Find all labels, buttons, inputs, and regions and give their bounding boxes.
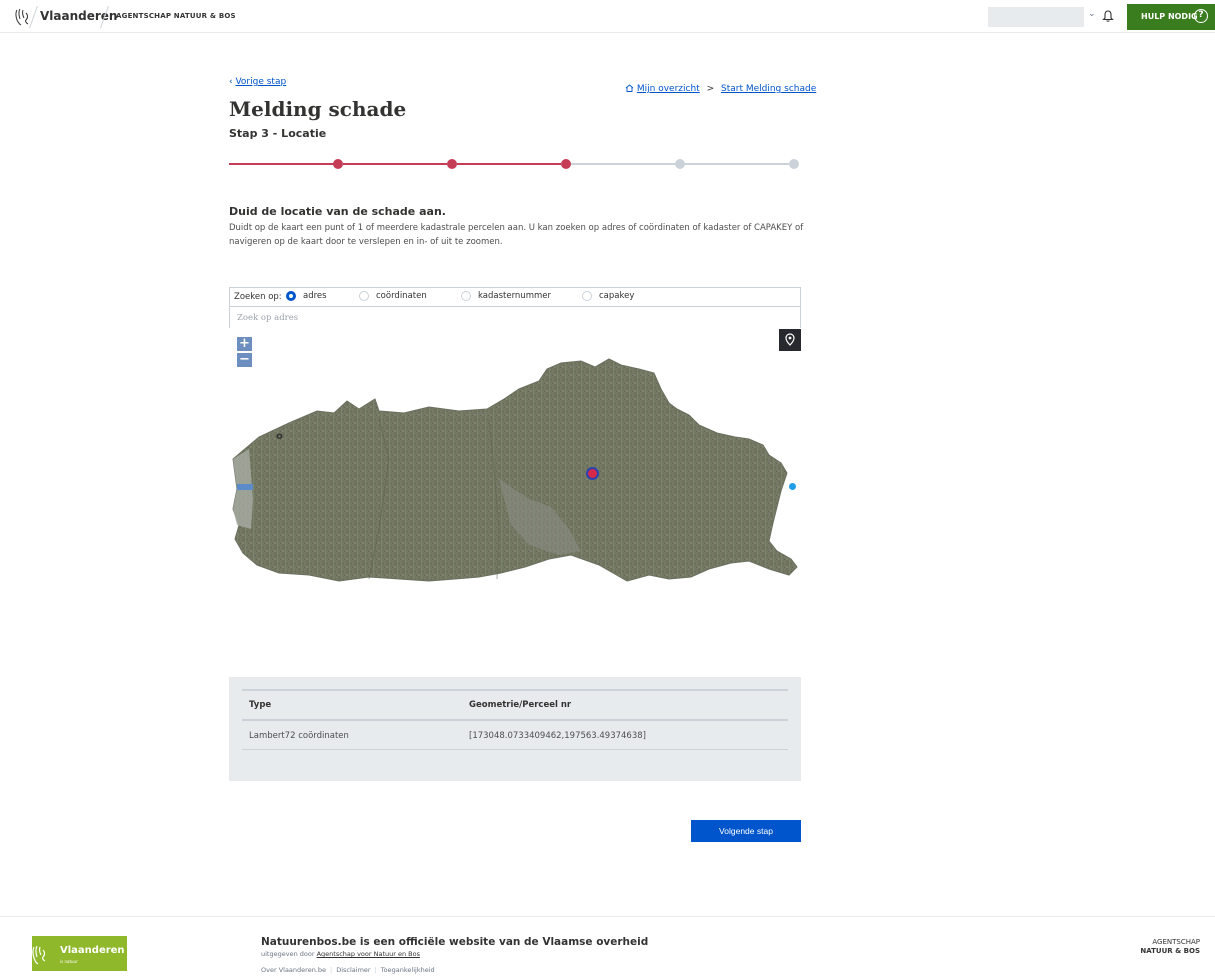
- footer-link-about[interactable]: Over Vlaanderen.be: [261, 966, 326, 974]
- footer-publisher: uitgegeven door Agentschap voor Natuur e…: [261, 950, 420, 958]
- progress-step-2[interactable]: [447, 159, 457, 169]
- zoom-out-button[interactable]: −: [237, 353, 252, 367]
- table-cell-type: Lambert72 coördinaten: [249, 731, 349, 741]
- breadcrumb: Mijn overzicht > Start Melding schade: [625, 84, 816, 94]
- radio-label: coördinaten: [376, 291, 427, 301]
- table-cell-geometry: [173048.0733409462,197563.49374638]: [469, 731, 646, 741]
- breadcrumb-item-start[interactable]: Start Melding schade: [721, 84, 816, 94]
- page-title: Melding schade: [229, 97, 407, 121]
- footer-link-separator: |: [374, 966, 377, 974]
- table-divider: [242, 749, 788, 750]
- footer-agency-line1: AGENTSCHAP: [1152, 938, 1200, 946]
- radio-adres[interactable]: adres: [286, 291, 327, 301]
- progress-step-5: [789, 159, 799, 169]
- help-label: HULP NODIG: [1141, 12, 1198, 21]
- table-divider: [242, 689, 788, 691]
- agency-name-link[interactable]: AGENTSCHAP NATUUR & BOS: [116, 12, 236, 20]
- brand-separator: [28, 6, 39, 28]
- back-link[interactable]: ‹ Vorige stap: [229, 77, 286, 87]
- step-title: Stap 3 - Locatie: [229, 127, 327, 140]
- top-header: Vlaanderen AGENTSCHAP NATUUR & BOS ⌄ HUL…: [0, 0, 1215, 33]
- section-title: Duid de locatie van de schade aan.: [229, 205, 446, 218]
- footer-agency-line2: NATUUR & BOS: [1140, 947, 1200, 955]
- map-scale-marker: [237, 484, 253, 490]
- locate-button[interactable]: [779, 329, 801, 351]
- question-icon: ?: [1194, 9, 1208, 23]
- table-divider: [242, 719, 788, 721]
- footer-link-separator: |: [330, 966, 333, 974]
- footer-link-disclaimer[interactable]: Disclaimer: [336, 966, 370, 974]
- profile-selector[interactable]: [988, 7, 1084, 27]
- selection-table-panel: Type Geometrie/Perceel nr Lambert72 coör…: [229, 677, 801, 781]
- section-description: Duidt op de kaart een punt of 1 of meerd…: [229, 223, 804, 247]
- progress-segment: [571, 163, 675, 165]
- progress-segment: [457, 163, 561, 165]
- footer-logo-name: Vlaanderen: [60, 945, 125, 956]
- radio-circle: [286, 291, 296, 301]
- progress-segment: [343, 163, 447, 165]
- footer-publisher-prefix: uitgegeven door: [261, 950, 315, 958]
- progress-step-4: [675, 159, 685, 169]
- location-pin-icon: [785, 333, 795, 346]
- vlaanderen-lion-icon[interactable]: [14, 8, 30, 26]
- radio-kadasternummer[interactable]: kadasternummer: [461, 291, 551, 301]
- radio-capakey[interactable]: capakey: [582, 291, 634, 301]
- next-step-button[interactable]: Volgende stap: [691, 820, 801, 842]
- home-icon: [625, 84, 634, 92]
- map-label: o: [276, 431, 283, 442]
- radio-label: adres: [303, 291, 327, 301]
- footer-links: Over Vlaanderen.be | Disclaimer | Toegankeli…: [261, 966, 435, 974]
- chevron-down-icon[interactable]: ⌄: [1088, 9, 1096, 19]
- progress-segment: [685, 163, 789, 165]
- radio-label: kadasternummer: [478, 291, 551, 301]
- search-type-label: Zoeken op:: [234, 292, 282, 302]
- table-header-type: Type: [249, 700, 272, 710]
- search-type-row: Zoeken op: adres coördinaten kadasternum…: [230, 288, 800, 307]
- breadcrumb-separator: >: [706, 84, 715, 94]
- footer-link-accessibility[interactable]: Toegankelijkheid: [381, 966, 435, 974]
- radio-coordinaten[interactable]: coördinaten: [359, 291, 427, 301]
- radio-circle: [582, 291, 592, 301]
- footer-agency-logo[interactable]: AGENTSCHAP NATUUR & BOS: [1120, 938, 1200, 956]
- footer-divider: [0, 916, 1215, 917]
- table-header-geometry: Geometrie/Perceel nr: [469, 700, 572, 710]
- flanders-aerial-map[interactable]: [229, 329, 801, 669]
- radio-circle: [359, 291, 369, 301]
- help-button[interactable]: HULP NODIG ?: [1127, 4, 1215, 30]
- radio-label: capakey: [599, 291, 635, 301]
- breadcrumb-item-overview[interactable]: Mijn overzicht: [637, 84, 700, 94]
- footer-publisher-link[interactable]: Agentschap voor Natuur en Bos: [317, 950, 420, 958]
- map-point-marker[interactable]: [789, 483, 796, 490]
- map-viewer[interactable]: + − o: [229, 329, 801, 669]
- footer-logo-subtitle: is natuur: [60, 959, 78, 964]
- progress-step-1[interactable]: [333, 159, 343, 169]
- vlaanderen-lion-icon: [32, 945, 46, 965]
- progress-segment: [229, 163, 337, 165]
- location-marker[interactable]: [586, 467, 599, 480]
- bell-icon[interactable]: [1101, 9, 1115, 23]
- footer-title: Natuurenbos.be is een officiële website …: [261, 936, 649, 948]
- progress-stepper: [229, 158, 801, 170]
- zoom-in-button[interactable]: +: [237, 337, 252, 351]
- location-search: Zoeken op: adres coördinaten kadasternum…: [229, 287, 801, 328]
- radio-circle: [461, 291, 471, 301]
- footer-vlaanderen-logo[interactable]: Vlaanderen is natuur: [32, 936, 127, 971]
- back-link-label: Vorige stap: [235, 77, 287, 87]
- progress-step-3[interactable]: [561, 159, 571, 169]
- address-search-input[interactable]: [230, 308, 800, 328]
